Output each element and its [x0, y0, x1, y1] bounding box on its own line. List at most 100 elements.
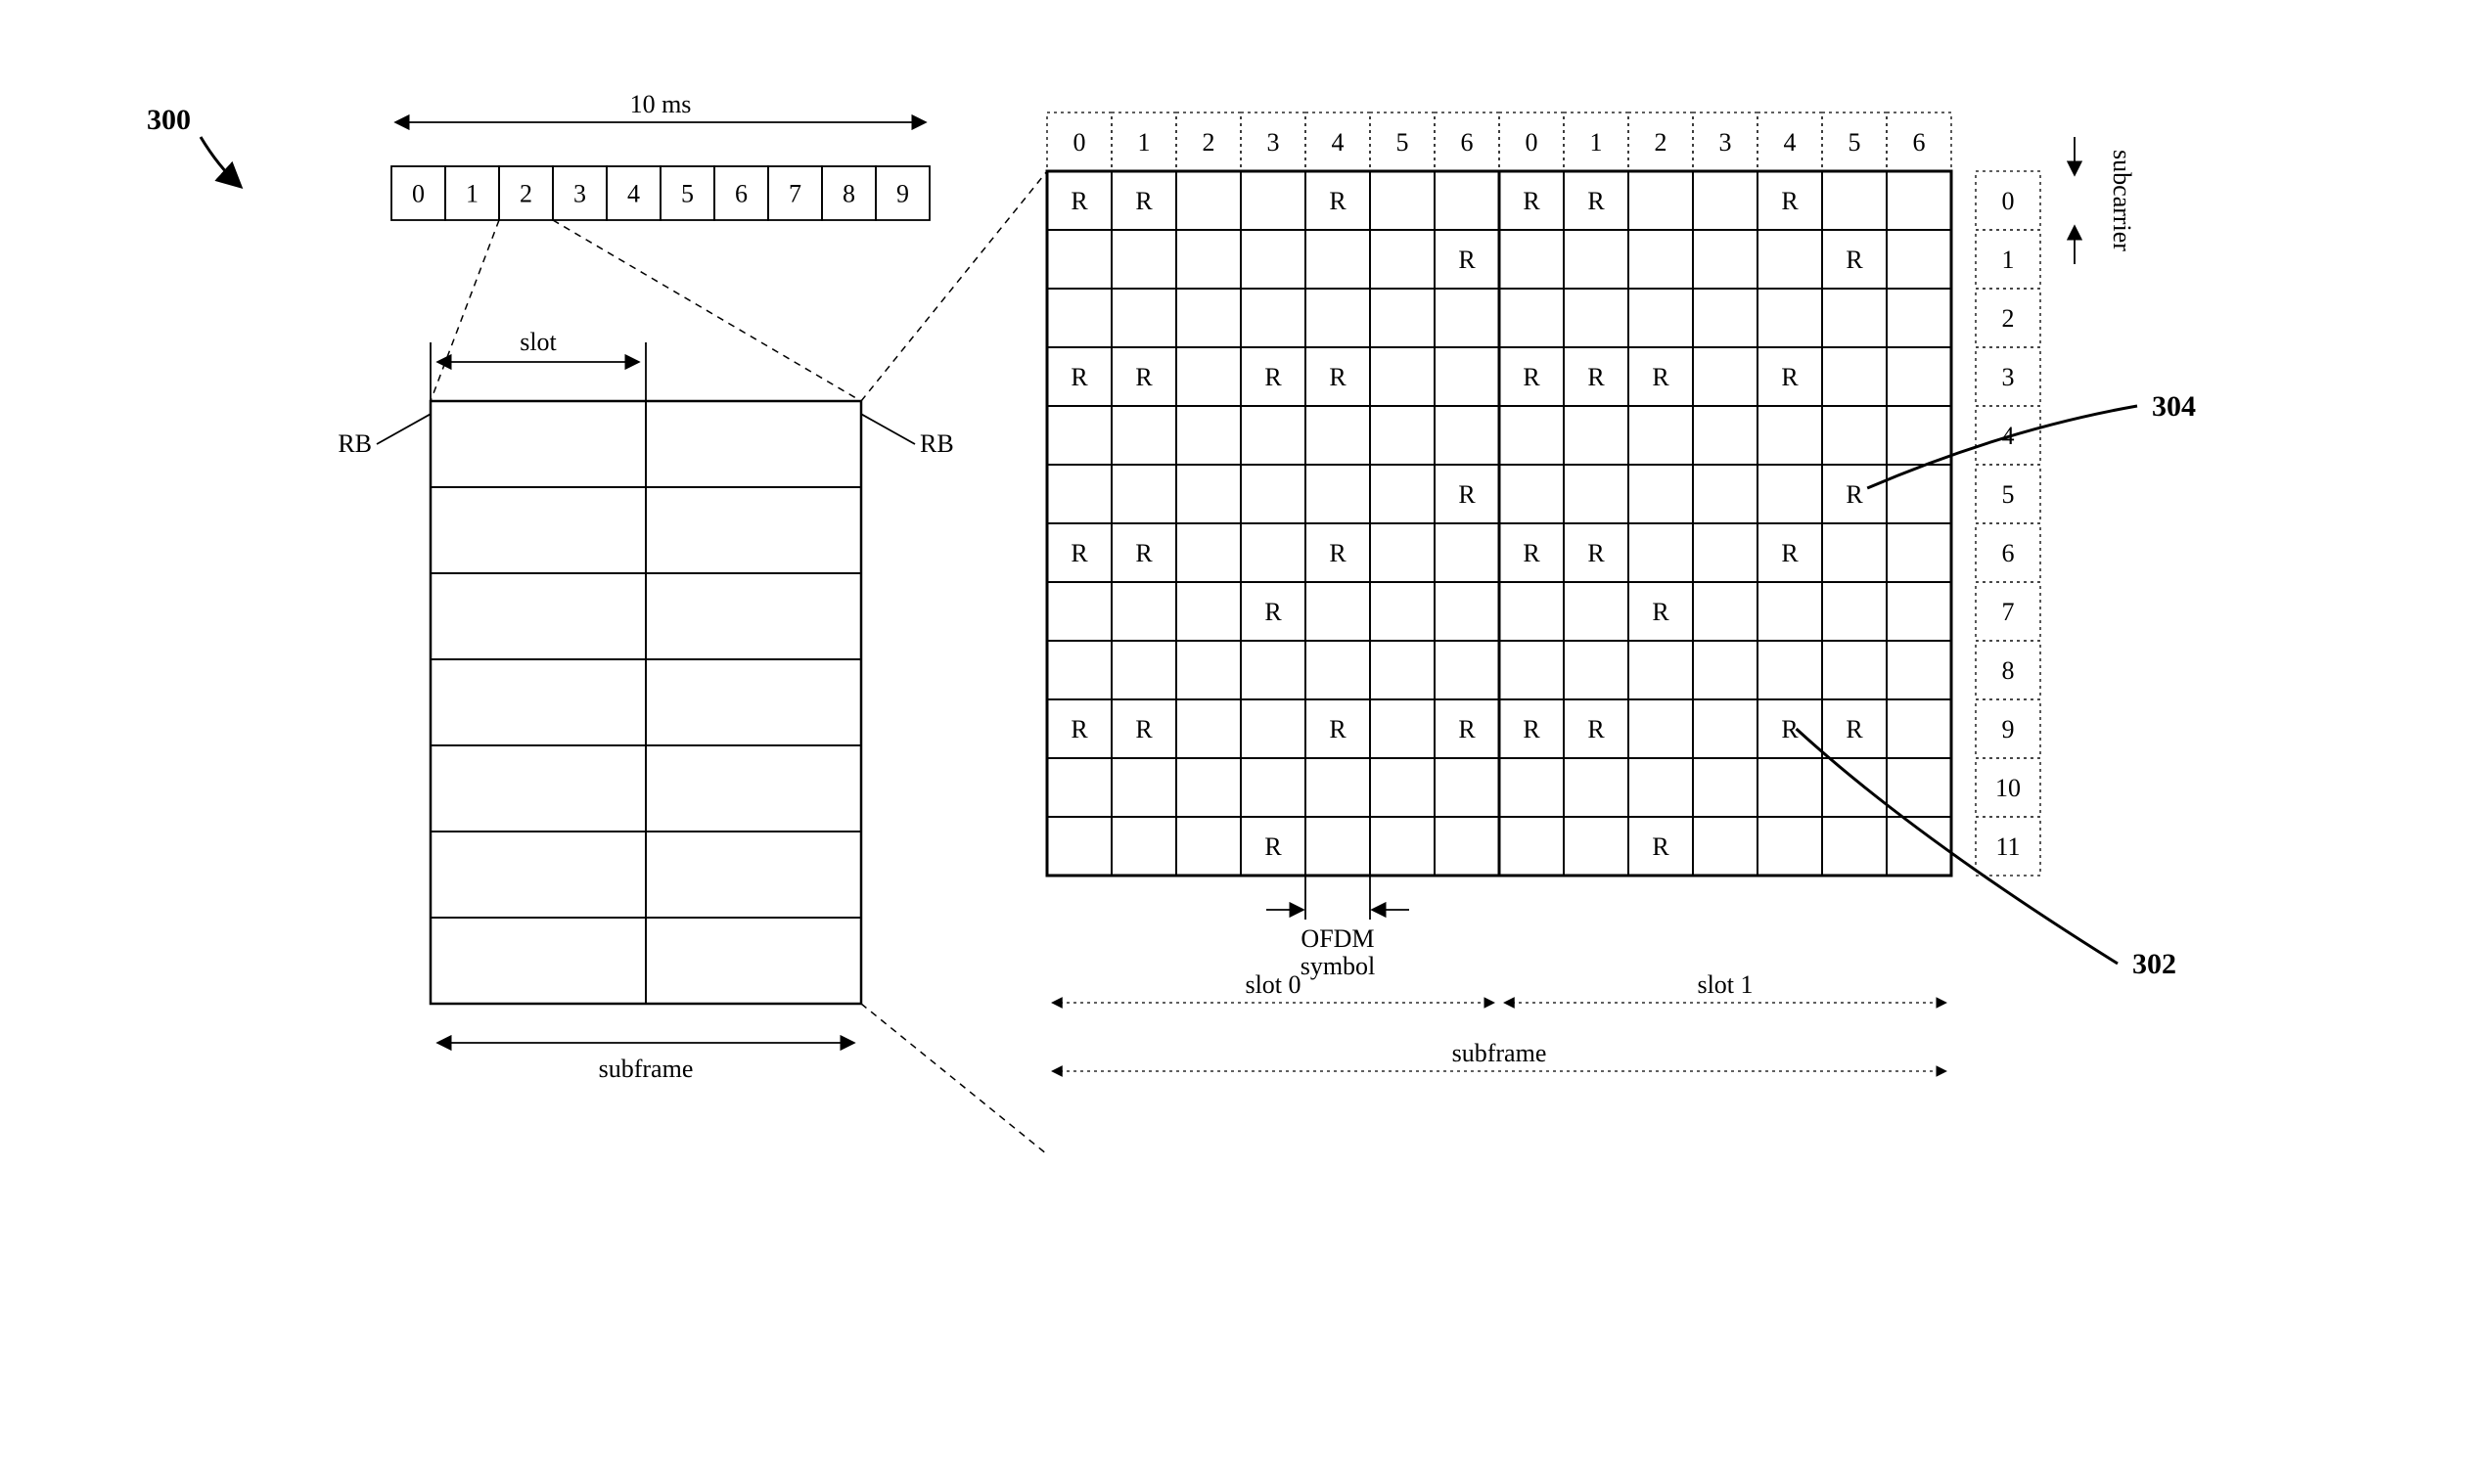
row-header-label: 7	[2002, 598, 2015, 626]
resource-element	[1241, 641, 1305, 699]
resource-element	[1887, 289, 1951, 347]
resource-element-R: R	[1329, 715, 1347, 743]
col-header-label: 2	[1203, 128, 1215, 157]
resource-element	[1887, 465, 1951, 523]
resource-element	[1047, 230, 1112, 289]
resource-element-R: R	[1523, 539, 1540, 567]
frame-subframe-index: 4	[627, 180, 640, 208]
resource-element	[1370, 171, 1435, 230]
resource-element	[1176, 523, 1241, 582]
rb-cell	[431, 487, 646, 573]
resource-element-R: R	[1329, 363, 1347, 391]
col-header-label: 4	[1784, 128, 1797, 157]
subframe-block-bottom-label: subframe	[599, 1055, 694, 1083]
resource-element	[1499, 406, 1564, 465]
resource-element	[1370, 582, 1435, 641]
col-header-label: 3	[1267, 128, 1280, 157]
resource-element	[1112, 289, 1176, 347]
resource-element	[1305, 641, 1370, 699]
row-header-label: 0	[2002, 187, 2015, 215]
resource-element	[1693, 582, 1757, 641]
frame-subframe-index: 6	[735, 180, 748, 208]
resource-element	[1176, 406, 1241, 465]
resource-element	[1305, 582, 1370, 641]
resource-element	[1499, 582, 1564, 641]
frame-subframe-index: 0	[412, 180, 425, 208]
resource-element	[1499, 641, 1564, 699]
row-header-label: 2	[2002, 304, 2015, 333]
resource-element	[1047, 406, 1112, 465]
row-header-label: 6	[2002, 539, 2015, 567]
row-header-label: 1	[2002, 246, 2015, 274]
resource-element	[1241, 699, 1305, 758]
rb-cell	[646, 573, 861, 659]
rb-cell	[646, 745, 861, 832]
resource-element-R: R	[1652, 832, 1669, 861]
resource-element	[1887, 641, 1951, 699]
resource-element-R: R	[1329, 187, 1347, 215]
resource-element	[1887, 699, 1951, 758]
resource-element	[1112, 406, 1176, 465]
resource-element	[1176, 699, 1241, 758]
rb-cell	[431, 401, 646, 487]
resource-element	[1693, 641, 1757, 699]
resource-element	[1887, 347, 1951, 406]
resource-element	[1822, 582, 1887, 641]
resource-element	[1176, 758, 1241, 817]
resource-element	[1435, 171, 1499, 230]
col-header-label: 6	[1913, 128, 1926, 157]
frame-subframe-index: 9	[896, 180, 909, 208]
frame-subframe-index: 8	[843, 180, 855, 208]
resource-element	[1176, 641, 1241, 699]
resource-element	[1047, 758, 1112, 817]
resource-element	[1564, 582, 1628, 641]
resource-element-R: R	[1135, 539, 1153, 567]
resource-element	[1176, 817, 1241, 876]
resource-element	[1370, 347, 1435, 406]
rb-cell	[646, 832, 861, 918]
resource-element	[1628, 171, 1693, 230]
col-header-label: 0	[1526, 128, 1538, 157]
resource-element	[1241, 289, 1305, 347]
resource-element-R: R	[1135, 187, 1153, 215]
resource-element	[1305, 465, 1370, 523]
resource-element-R: R	[1458, 246, 1476, 274]
resource-element	[1887, 171, 1951, 230]
resource-element	[1112, 230, 1176, 289]
lte-resource-grid-figure: 300 10 ms0123456789 slotRBRBsubframe 012…	[0, 0, 2465, 1484]
resource-element	[1628, 523, 1693, 582]
figure-number-arrow	[201, 137, 240, 186]
frame-subframe-index: 3	[573, 180, 586, 208]
resource-element	[1241, 758, 1305, 817]
resource-element	[1564, 230, 1628, 289]
resource-element	[1499, 817, 1564, 876]
resource-element-R: R	[1458, 715, 1476, 743]
resource-element	[1305, 817, 1370, 876]
row-header-label: 5	[2002, 480, 2015, 509]
resource-element-R: R	[1071, 187, 1088, 215]
resource-element	[1112, 817, 1176, 876]
subcarrier-axis-label: subcarrier	[2108, 150, 2136, 251]
resource-element-R: R	[1329, 539, 1347, 567]
rb-cell	[646, 401, 861, 487]
resource-element	[1370, 465, 1435, 523]
col-header-label: 1	[1590, 128, 1603, 157]
resource-element	[1693, 699, 1757, 758]
resource-element	[1693, 289, 1757, 347]
resource-element-R: R	[1523, 363, 1540, 391]
resource-element-R: R	[1523, 715, 1540, 743]
resource-element	[1370, 406, 1435, 465]
resource-element	[1822, 406, 1887, 465]
resource-element	[1176, 171, 1241, 230]
resource-element	[1757, 465, 1822, 523]
resource-element	[1757, 406, 1822, 465]
resource-element-R: R	[1135, 363, 1153, 391]
resource-element	[1822, 289, 1887, 347]
resource-element	[1757, 817, 1822, 876]
rb-cell	[431, 573, 646, 659]
resource-element	[1370, 817, 1435, 876]
figure-number: 300	[147, 104, 191, 136]
resource-element-R: R	[1587, 187, 1605, 215]
resource-element-R: R	[1587, 715, 1605, 743]
resource-element	[1757, 230, 1822, 289]
